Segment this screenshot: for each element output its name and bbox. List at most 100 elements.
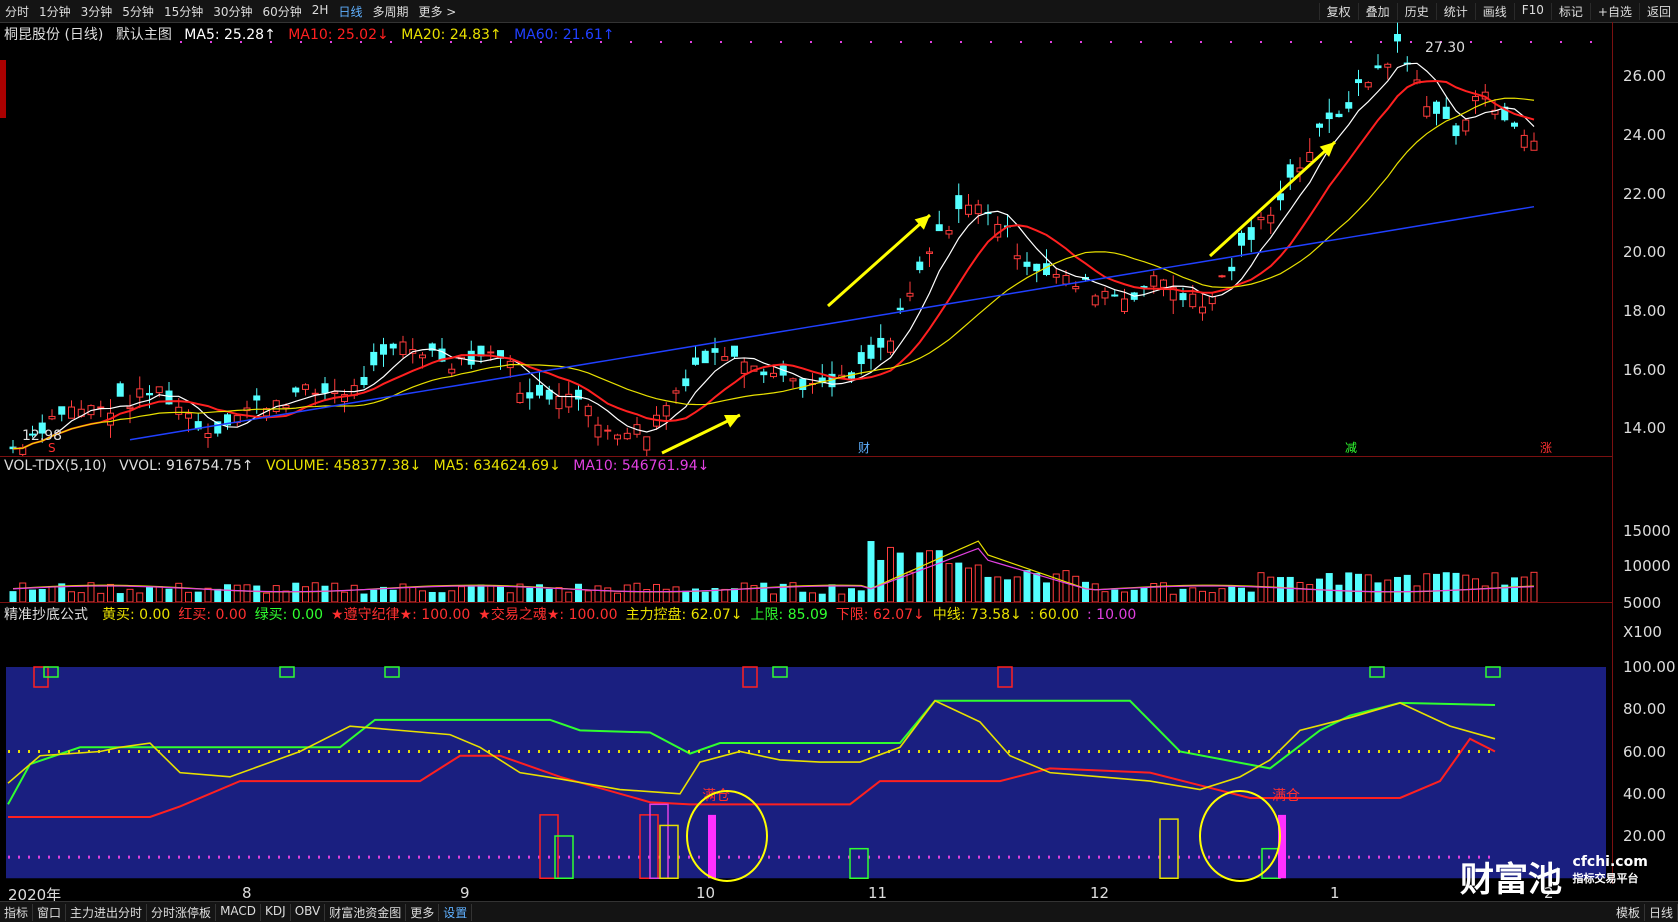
bottom-right-1[interactable]: 日线 xyxy=(1645,903,1678,921)
period-tab-5[interactable]: 30分钟 xyxy=(208,3,257,20)
indicator-chart[interactable]: 满仓 满仓 xyxy=(0,602,1612,884)
candle-body xyxy=(1364,82,1372,88)
indicator-tick: 60.00 xyxy=(1623,743,1666,761)
volume-bar xyxy=(389,589,397,602)
candle-body xyxy=(584,405,592,417)
toolbar-action-8[interactable]: 返回 xyxy=(1638,2,1678,20)
candle-body xyxy=(526,392,534,399)
volume-bar xyxy=(97,592,105,602)
bottom-tab-6[interactable]: OBV xyxy=(291,903,326,921)
volume-bar xyxy=(263,592,270,602)
period-tab-2[interactable]: 3分钟 xyxy=(76,3,118,20)
bottom-tab-5[interactable]: KDJ xyxy=(261,903,291,921)
event-dot xyxy=(870,41,872,43)
period-tab-9[interactable]: 多周期 xyxy=(367,3,413,20)
toolbar-action-5[interactable]: F10 xyxy=(1513,2,1551,20)
bottom-tab-4[interactable]: MACD xyxy=(216,903,262,921)
candle-body xyxy=(1121,298,1128,312)
volume-bar xyxy=(341,591,348,602)
bottom-tab-8[interactable]: 更多 xyxy=(406,903,440,921)
event-dot xyxy=(1260,41,1262,43)
bottom-tab-1[interactable]: 窗口 xyxy=(33,903,67,921)
candle-body xyxy=(1101,290,1109,299)
period-tab-8[interactable]: 日线 xyxy=(333,3,367,20)
bottom-tab-7[interactable]: 财富池资金图 xyxy=(325,903,407,921)
candle-body xyxy=(58,406,66,415)
candle-body xyxy=(1257,216,1265,221)
volume-bar xyxy=(448,590,456,602)
volume-bar xyxy=(1384,579,1392,602)
event-dot xyxy=(1500,41,1502,43)
event-dot xyxy=(1170,41,1172,43)
volume-bar xyxy=(155,586,163,602)
period-tab-6[interactable]: 60分钟 xyxy=(258,3,307,20)
volume-bar xyxy=(1228,585,1236,602)
volume-bar xyxy=(331,582,339,602)
volume-bar xyxy=(497,585,504,602)
candle-body xyxy=(1052,273,1060,278)
candle-body xyxy=(614,434,621,440)
toolbar-action-2[interactable]: 历史 xyxy=(1396,2,1436,20)
volume-tick: 10000 xyxy=(1623,557,1671,575)
period-tab-10[interactable]: 更多 > xyxy=(413,3,461,20)
toolbar-action-6[interactable]: 标记 xyxy=(1550,2,1590,20)
candle-body xyxy=(282,404,290,409)
volume-bar xyxy=(302,586,309,602)
volume-bar xyxy=(1433,573,1440,602)
volume-bar xyxy=(233,584,241,602)
event-marker: S xyxy=(48,441,56,455)
event-dot xyxy=(1110,41,1112,43)
watermark-site: cfchi.com xyxy=(1572,854,1648,870)
bottom-right-0[interactable]: 模板 xyxy=(1612,903,1645,921)
event-dot xyxy=(420,41,422,43)
volume-bar xyxy=(1413,585,1421,602)
candlestick-chart[interactable]: 27.30 12.98S 财 减 涨 xyxy=(0,22,1612,456)
volume-bar xyxy=(760,582,768,602)
bottom-tab-9[interactable]: 设置 xyxy=(439,903,473,921)
event-dot xyxy=(1080,41,1082,43)
volume-bar xyxy=(1004,579,1011,602)
volume-bar xyxy=(9,591,17,602)
candle-body xyxy=(487,351,495,354)
period-tab-4[interactable]: 15分钟 xyxy=(159,3,208,20)
candle-body xyxy=(467,350,475,365)
toolbar-action-7[interactable]: +自选 xyxy=(1589,2,1639,20)
candle-body xyxy=(302,384,309,390)
candle-body xyxy=(789,378,797,382)
candle-body xyxy=(1394,34,1401,42)
bottom-tab-2[interactable]: 主力进出分时 xyxy=(66,903,148,921)
event-dot xyxy=(660,41,662,43)
event-dot xyxy=(720,41,722,43)
price-tick: 14.00 xyxy=(1623,419,1666,437)
toolbar-action-3[interactable]: 统计 xyxy=(1435,2,1475,20)
event-dot xyxy=(1590,41,1592,43)
toolbar-action-1[interactable]: 叠加 xyxy=(1357,2,1397,20)
volume-bar xyxy=(350,584,358,602)
candle-body xyxy=(1160,279,1167,288)
candle-body xyxy=(1091,295,1099,306)
volume-bar xyxy=(38,589,46,602)
event-dot xyxy=(330,41,332,43)
candle-body xyxy=(253,395,261,401)
bottom-tabs: 指标 窗口 主力进出分时 分时涨停板 MACD KDJ OBV 财富池资金图 更多 设置 xyxy=(0,903,473,921)
event-marker: 涨 xyxy=(1540,440,1552,455)
period-tab-0[interactable]: 分时 xyxy=(0,3,34,20)
toolbar-action-4[interactable]: 画线 xyxy=(1474,2,1514,20)
candle-body xyxy=(1267,214,1275,224)
volume-bar xyxy=(204,587,212,602)
event-dot xyxy=(1020,41,1022,43)
price-tick: 18.00 xyxy=(1623,302,1666,320)
candle-body xyxy=(311,392,319,395)
event-dot xyxy=(1200,41,1202,43)
volume-chart[interactable] xyxy=(0,456,1612,602)
period-tab-7[interactable]: 2H xyxy=(307,3,334,20)
volume-bar xyxy=(1043,582,1050,602)
toolbar-action-0[interactable]: 复权 xyxy=(1318,2,1358,20)
bottom-tab-3[interactable]: 分时涨停板 xyxy=(147,903,217,921)
volume-bar xyxy=(789,582,797,602)
candle-body xyxy=(1150,275,1158,287)
bottom-tab-0[interactable]: 指标 xyxy=(0,903,34,921)
event-dot xyxy=(360,41,362,43)
period-tab-3[interactable]: 5分钟 xyxy=(117,3,159,20)
period-tab-1[interactable]: 1分钟 xyxy=(34,3,76,20)
